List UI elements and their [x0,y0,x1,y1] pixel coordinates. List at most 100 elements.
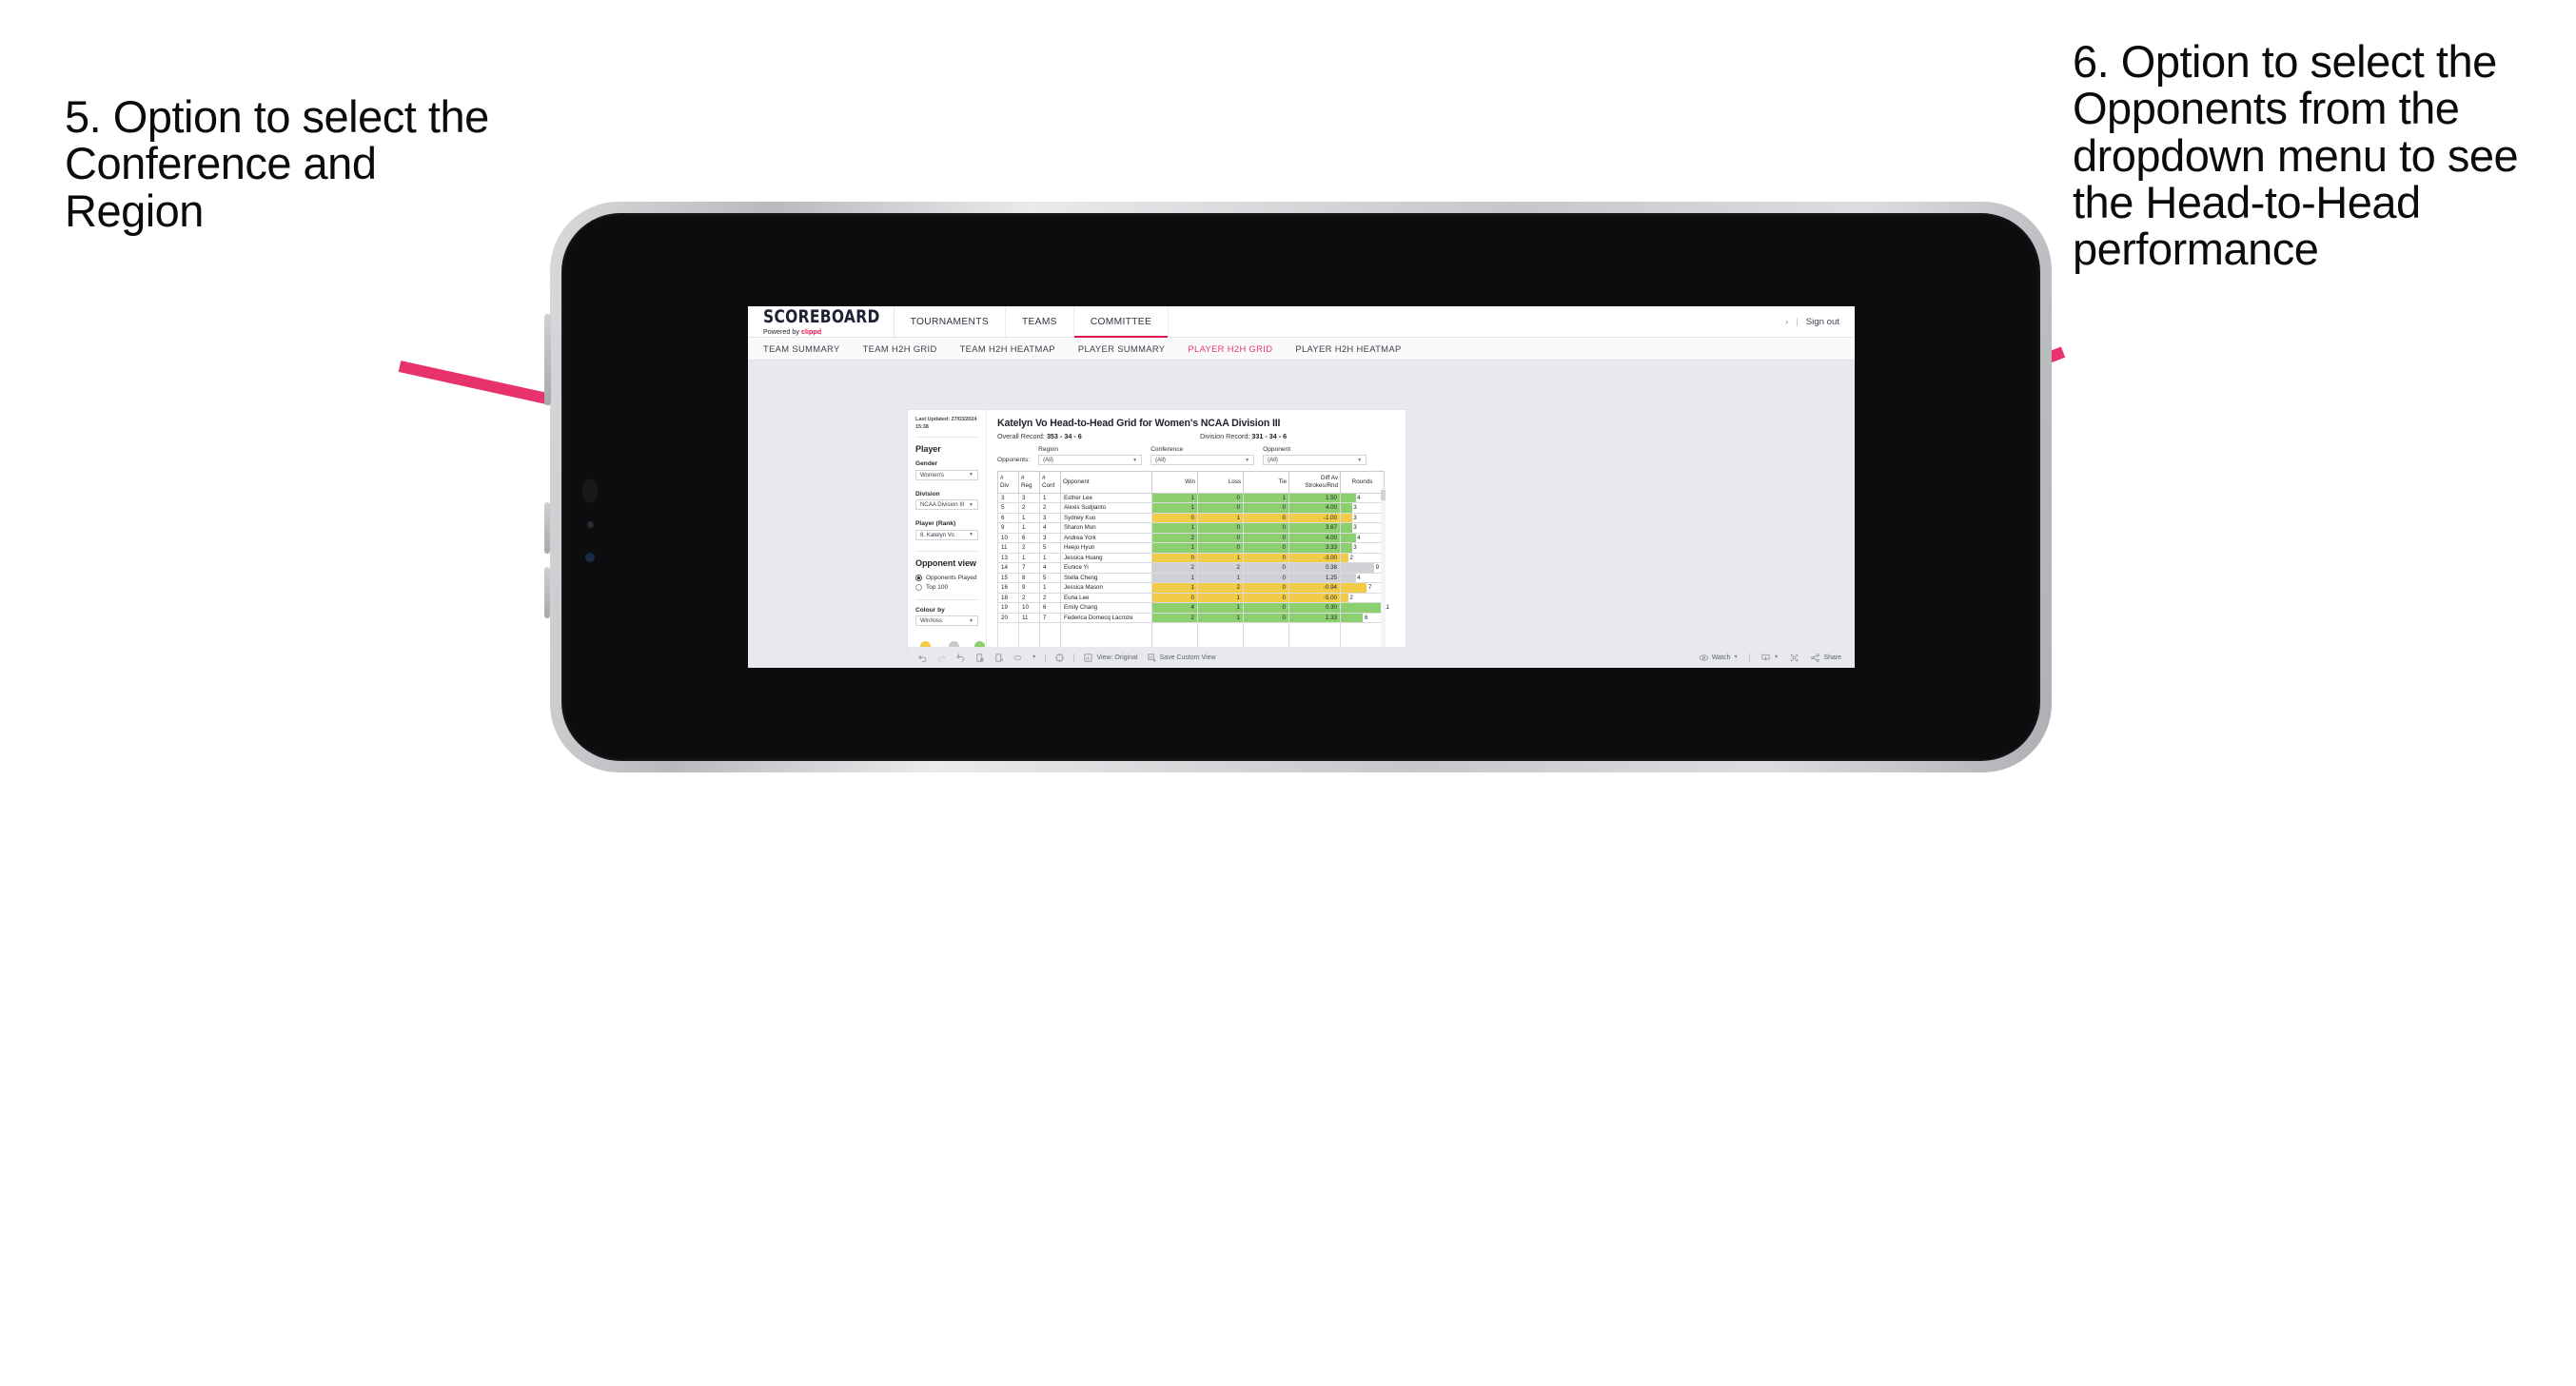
tab-team-summary[interactable]: TEAM SUMMARY [763,343,840,354]
cell-win: 0 [1151,553,1198,564]
th-win[interactable]: Win [1151,471,1198,494]
cell-diff: 1.33 [1288,613,1341,624]
cell-diff: -3.00 [1288,553,1341,564]
download-button[interactable]: ▼ [1760,653,1779,663]
pause-refresh-button[interactable] [993,653,1004,663]
nav-item-tournaments[interactable]: TOURNAMENTS [895,306,1006,337]
chevron-right-icon[interactable]: › [1785,317,1788,326]
region-select[interactable]: (All) ▼ [1038,455,1143,465]
radio-opponents-played[interactable]: Opponents Played [915,574,978,581]
cell-opponent: Sydney Kuo [1060,513,1152,524]
cell-reg: 8 [1018,573,1040,584]
nav-item-teams[interactable]: TEAMS [1006,306,1074,337]
sidebar-heading-opponent-view: Opponent view [915,557,976,568]
table-row[interactable]: 15 8 5 Stella Cheng 1 1 0 1.25 4 [997,573,1385,584]
th-conf[interactable]: # Conf [1039,471,1061,494]
division-record: Division Record: 331 - 34 - 6 [1200,432,1287,440]
table-row[interactable]: 16 9 1 Jessica Mason 1 2 0 -0.94 7 [997,582,1385,594]
tab-player-h2h-grid[interactable]: PLAYER H2H GRID [1188,343,1272,354]
pause-button[interactable] [1013,653,1023,663]
app-logo[interactable]: SCOREBOARD Powered by clippd [748,306,895,337]
cell-win: 1 [1151,542,1198,554]
division-select[interactable]: NCAA Division III ▼ [915,499,978,511]
sign-out-link[interactable]: Sign out [1806,317,1839,327]
rounds-value: 4 [1357,494,1361,501]
table-row[interactable]: 3 3 1 Esther Lee 1 0 1 1.50 4 [997,493,1385,504]
undo-button[interactable] [917,653,928,663]
player-rank-select[interactable]: 8. Katelyn Vo ▼ [915,529,978,540]
power-button[interactable] [544,314,551,405]
table-row[interactable]: 10 6 3 Andrea York 2 0 0 4.00 4 [997,533,1385,544]
opponents-label: Opponents: [997,457,1031,463]
table-scrollbar-thumb[interactable] [1381,490,1386,500]
th-opponent[interactable]: Opponent [1060,471,1152,494]
table-row[interactable]: 18 2 2 Euna Lee 0 1 0 -5.00 2 [997,593,1385,604]
help-button[interactable] [1054,653,1065,663]
table-row[interactable]: 19 10 6 Emily Chang 4 1 0 0.30 11 [997,602,1389,614]
conference-value: (All) [1155,457,1166,463]
th-loss[interactable]: Loss [1197,471,1244,494]
table-row[interactable]: 5 2 2 Alexis Sudjianto 1 0 0 4.00 3 [997,502,1385,514]
tab-team-h2h-grid[interactable]: TEAM H2H GRID [863,343,937,354]
gender-select[interactable]: Women's ▼ [915,469,978,480]
view-original-button[interactable]: View: Original [1083,653,1138,663]
cell-diff: 1.25 [1288,573,1341,584]
table-row[interactable]: 9 1 4 Sharon Mun 1 0 0 3.67 3 [997,522,1385,534]
rounds-value: 4 [1357,574,1361,581]
share-button[interactable]: Share [1810,653,1841,663]
opponent-select[interactable]: (All) ▼ [1263,455,1367,465]
cell-tie: 0 [1243,542,1289,554]
filter-opponent-label: Opponent [1263,446,1291,453]
revert-button[interactable] [955,653,966,663]
rounds-bar [1341,613,1364,623]
tab-player-summary[interactable]: PLAYER SUMMARY [1078,343,1166,354]
division-value: NCAA Division III [920,501,965,509]
cell-win: 0 [1151,593,1198,604]
volume-down-button[interactable] [544,567,550,618]
fullscreen-button[interactable] [1789,653,1799,663]
table-row[interactable]: 13 1 1 Jessica Huang 0 1 0 -3.00 2 [997,553,1385,564]
cell-div: 11 [997,542,1019,554]
tab-player-h2h-heatmap[interactable]: PLAYER H2H HEATMAP [1295,343,1401,354]
save-custom-view-button[interactable]: Save Custom View [1147,653,1216,663]
table-row[interactable]: 20 11 7 Federica Domecq Lacroze 2 1 0 1.33 6 [997,613,1385,624]
refresh-button[interactable] [974,653,985,663]
cell-rounds: 3 [1340,542,1385,554]
cell-win: 1 [1151,493,1198,504]
tablet-device: SCOREBOARD Powered by clippd TOURNAMENTS… [544,202,2052,772]
chevron-down-icon[interactable]: ▼ [1032,654,1036,660]
table-row[interactable]: 11 2 5 Heejo Hyun 1 0 0 3.33 3 [997,542,1385,554]
page-title: Katelyn Vo Head-to-Head Grid for Women's… [997,418,1281,429]
cell-tie: 0 [1243,593,1289,604]
filter-region-label: Region [1038,446,1058,453]
chevron-down-icon: ▼ [1733,654,1739,660]
th-div[interactable]: # Div [997,471,1019,494]
table-row[interactable]: 6 1 3 Sydney Kuo 0 1 0 -1.00 3 [997,513,1385,524]
volume-up-button[interactable] [544,502,550,554]
tab-team-h2h-heatmap[interactable]: TEAM H2H HEATMAP [960,343,1055,354]
cell-div: 19 [997,602,1019,614]
cell-loss: 1 [1197,613,1244,624]
th-reg[interactable]: # Reg [1018,471,1040,494]
player-rank-value: 8. Katelyn Vo [920,531,954,538]
th-tie[interactable]: Tie [1243,471,1289,494]
chevron-down-icon: ▼ [969,532,973,538]
th-diff[interactable]: Diff Av Strokes/Rnd [1288,471,1341,494]
conference-select[interactable]: (All) ▼ [1150,455,1255,465]
cell-loss: 1 [1197,573,1244,584]
radio-top-100[interactable]: Top 100 [915,583,978,591]
rounds-bar [1341,543,1352,553]
cell-div: 16 [997,582,1019,594]
divider [915,550,978,552]
table-row[interactable]: 14 7 4 Eunice Yi 2 2 0 0.38 9 [997,562,1385,574]
th-rounds[interactable]: Rounds [1340,471,1385,494]
cell-opponent: Jessica Huang [1060,553,1152,564]
colour-by-select[interactable]: Win/loss ▼ [915,615,978,627]
table-scrollbar[interactable] [1381,488,1386,655]
redo-button[interactable] [936,653,947,663]
cell-opponent: Sharon Mun [1060,522,1152,534]
cell-conf: 2 [1039,593,1061,604]
filter-sidebar: Last Updated: 27/03/2024 15:38 Player Ge… [908,410,987,664]
watch-button[interactable]: Watch ▼ [1699,653,1739,663]
nav-item-committee[interactable]: COMMITTEE [1073,306,1170,339]
